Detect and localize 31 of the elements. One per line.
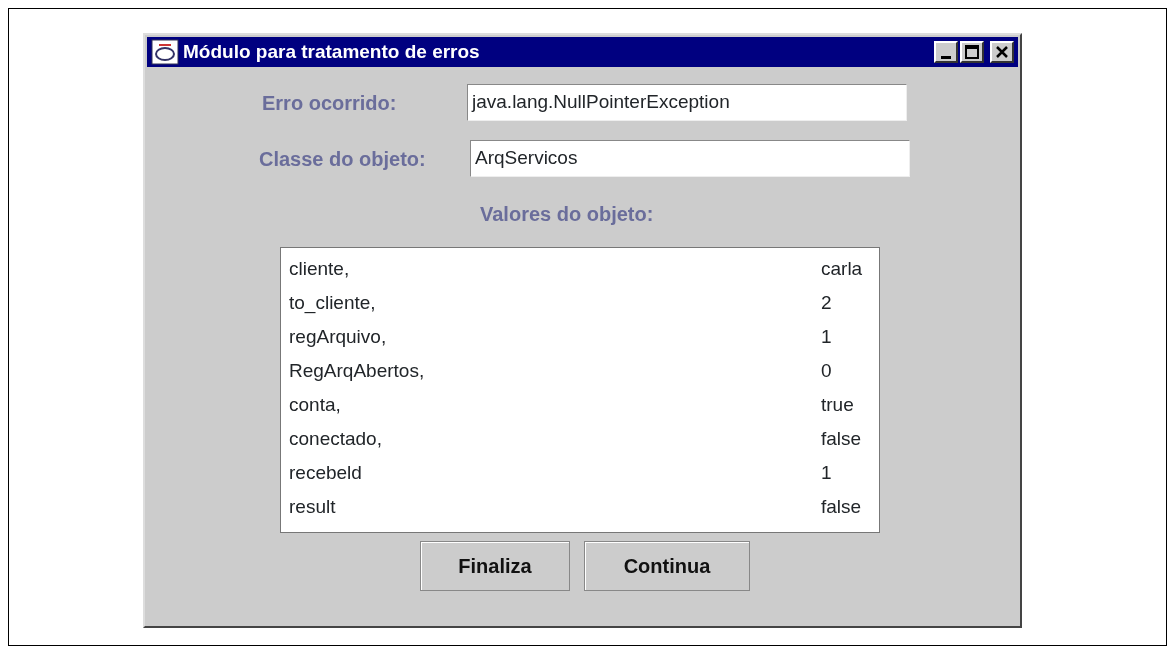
field-label: Erro ocorrido: [262, 90, 398, 116]
list-item-name: RegArqAbertos, [289, 358, 425, 383]
list-item-value: 0 [821, 358, 833, 383]
text-field[interactable]: java.lang.NullPointerException [467, 84, 907, 121]
list-item-name: conectado, [289, 426, 382, 451]
list-item-name: recebeld [289, 460, 362, 485]
close-icon [995, 45, 1009, 59]
maximize-button[interactable] [960, 41, 984, 63]
list-item-name: cliente, [289, 256, 350, 281]
list-item-value: 1 [821, 460, 833, 485]
app-icon [151, 39, 179, 65]
list-item-name: conta, [289, 392, 341, 417]
maximize-icon [965, 45, 979, 59]
list-item-name: to_cliente, [289, 290, 376, 316]
text-field[interactable]: ArqServicos [470, 140, 910, 177]
list-item-value: false [821, 426, 863, 451]
field-label: Classe do objeto: [259, 146, 427, 172]
minimize-button[interactable] [934, 41, 958, 63]
list-item-name: regArquivo, [289, 324, 387, 349]
continue-button[interactable]: Continua [584, 541, 750, 591]
finish-button[interactable]: Finaliza [420, 541, 570, 591]
close-button[interactable] [990, 41, 1014, 63]
values-label: Valores do objeto: [480, 202, 654, 227]
list-item-value: true [821, 392, 855, 417]
window-title: Módulo para tratamento de erros [183, 39, 480, 64]
list-item-value: 1 [821, 324, 833, 349]
minimize-icon [941, 55, 951, 59]
list-item-value: carla [821, 256, 864, 281]
list-item-name: result [289, 494, 336, 519]
list-item-value: false [821, 494, 863, 519]
list-item-value: 2 [821, 290, 833, 315]
